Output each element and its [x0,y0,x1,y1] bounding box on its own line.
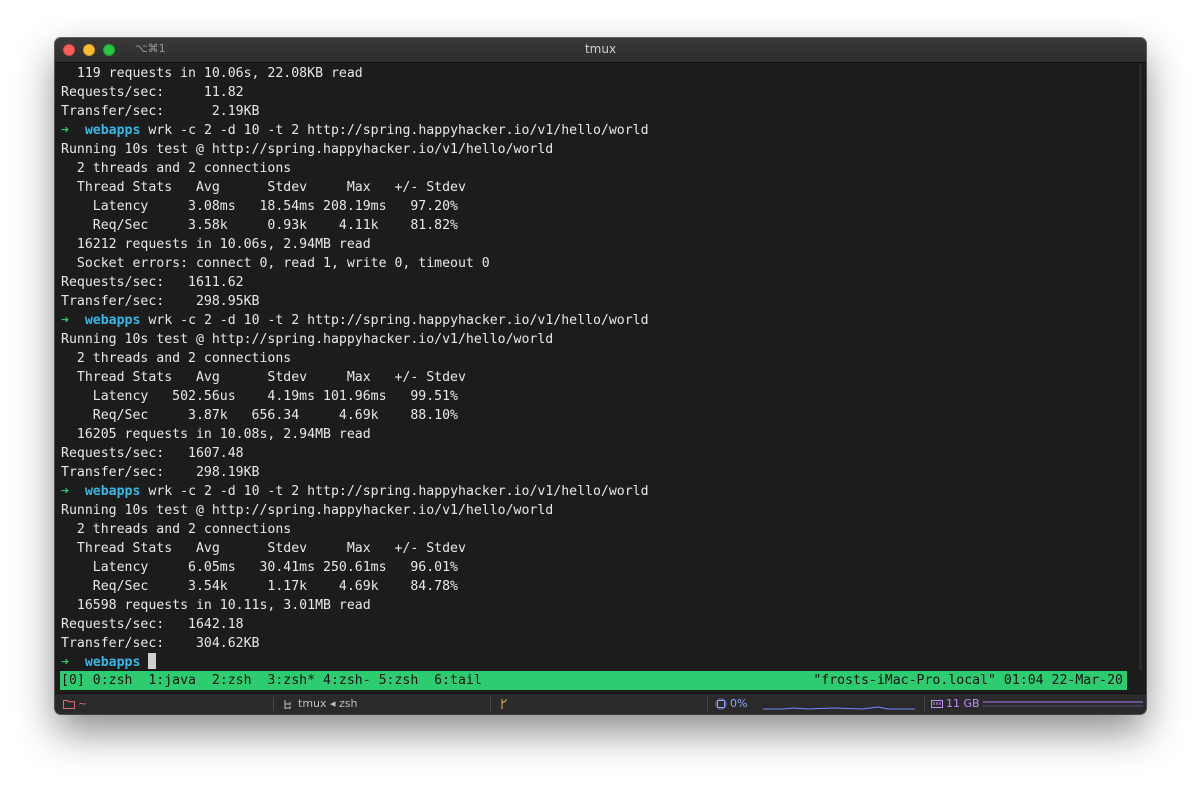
output-line: Thread Stats Avg Stdev Max +/- Stdev [61,180,466,195]
tmux-status-bar: [0] 0:zsh 1:java 2:zsh 3:zsh* 4:zsh- 5:z… [60,671,1127,690]
tmux-host-clock: "frosts-iMac-Pro.local" 01:04 22-Mar-20 [813,673,1123,688]
prompt-line: ➜ webapps wrk -c 2 -d 10 -t 2 http://spr… [61,482,1135,501]
output-line: 2 threads and 2 connections [61,161,292,176]
output-line: Thread Stats Avg Stdev Max +/- Stdev [61,541,466,556]
prompt-directory: webapps [84,484,141,499]
output-line: Req/Sec 3.54k 1.17k 4.69k 84.78% [61,579,458,594]
memory-sparkline [983,701,1143,707]
tmux-window-list[interactable]: [0] 0:zsh 1:java 2:zsh 3:zsh* 4:zsh- 5:z… [61,671,482,690]
git-branch-icon [501,699,507,709]
terminal-scrollbar[interactable] [1139,64,1142,670]
output-line: 119 requests in 10.06s, 22.08KB read [61,66,363,81]
output-line: Requests/sec: 1611.62 [61,275,244,290]
output-line: Running 10s test @ http://spring.happyha… [61,332,554,347]
output-line: Transfer/sec: 298.19KB [61,465,260,480]
output-line: 16598 requests in 10.11s, 3.01MB read [61,598,371,613]
output-line: Running 10s test @ http://spring.happyha… [61,142,554,157]
cwd-indicator[interactable]: ~ [63,694,87,714]
cpu-sparkline [763,706,915,710]
session-label: tmux ◂ zsh [298,697,358,710]
output-line: Transfer/sec: 298.95KB [61,294,260,309]
prompt-directory: webapps [84,655,141,670]
output-line: Thread Stats Avg Stdev Max +/- Stdev [61,370,466,385]
divider [490,697,491,711]
prompt-line: ➜ webapps wrk -c 2 -d 10 -t 2 http://spr… [61,121,1135,140]
divider [924,697,925,711]
output-line: Req/Sec 3.58k 0.93k 4.11k 81.82% [61,218,458,233]
output-line: Req/Sec 3.87k 656.34 4.69k 88.10% [61,408,458,423]
output-line: Transfer/sec: 304.62KB [61,636,260,651]
output-line: Requests/sec: 11.82 [61,85,244,100]
prompt-arrow-icon: ➜ [61,313,69,328]
prompt-command: wrk -c 2 -d 10 -t 2 http://spring.happyh… [148,313,649,328]
output-line: Latency 6.05ms 30.41ms 250.61ms 96.01% [61,560,458,575]
output-line: 16205 requests in 10.08s, 2.94MB read [61,427,371,442]
output-line: Latency 3.08ms 18.54ms 208.19ms 97.20% [61,199,458,214]
output-line: Transfer/sec: 2.19KB [61,104,260,119]
prompt-directory: webapps [84,123,141,138]
prompt-line: ➜ webapps wrk -c 2 -d 10 -t 2 http://spr… [61,311,1135,330]
prompt-command: wrk -c 2 -d 10 -t 2 http://spring.happyh… [148,123,649,138]
memory-usage-label: 11 GB [946,697,980,710]
prompt-arrow-icon: ➜ [61,123,69,138]
prompt-command: wrk -c 2 -d 10 -t 2 http://spring.happyh… [148,484,649,499]
tmux-session-icon [284,699,291,709]
output-line: Requests/sec: 1607.48 [61,446,244,461]
cpu-usage-label: 0% [730,697,748,710]
folder-icon [63,700,75,709]
output-line: 16212 requests in 10.06s, 2.94MB read [61,237,371,252]
prompt-arrow-icon: ➜ [61,655,69,670]
prompt-arrow-icon: ➜ [61,484,69,499]
current-prompt-line: ➜ webapps [61,653,1135,672]
title-bar: ⌥⌘1 tmux [55,38,1146,63]
cpu-indicator[interactable]: 0% [715,694,747,714]
session-indicator[interactable]: tmux ◂ zsh [283,694,358,714]
terminal-bottom-bar: ~ tmux ◂ zsh 0% 11 GB [55,693,1146,714]
terminal-output[interactable]: 119 requests in 10.06s, 22.08KB read Requ… [61,64,1135,672]
output-line: Running 10s test @ http://spring.happyha… [61,503,554,518]
terminal-window: ⌥⌘1 tmux 119 requests in 10.06s, 22.08KB… [55,38,1146,714]
output-line: 2 threads and 2 connections [61,522,292,537]
output-line: 2 threads and 2 connections [61,351,292,366]
divider [707,697,708,711]
output-line: Socket errors: connect 0, read 1, write … [61,256,490,271]
prompt-directory: webapps [84,313,141,328]
text-cursor [148,653,157,669]
window-title: tmux [584,42,617,56]
divider [273,697,274,711]
cwd-label: ~ [78,697,88,710]
memory-icon [931,700,943,708]
memory-indicator[interactable]: 11 GB [931,694,980,714]
git-indicator[interactable] [499,694,509,714]
output-line: Requests/sec: 1642.18 [61,617,244,632]
cpu-icon [715,698,727,710]
output-line: Latency 502.56us 4.19ms 101.96ms 99.51% [61,389,458,404]
